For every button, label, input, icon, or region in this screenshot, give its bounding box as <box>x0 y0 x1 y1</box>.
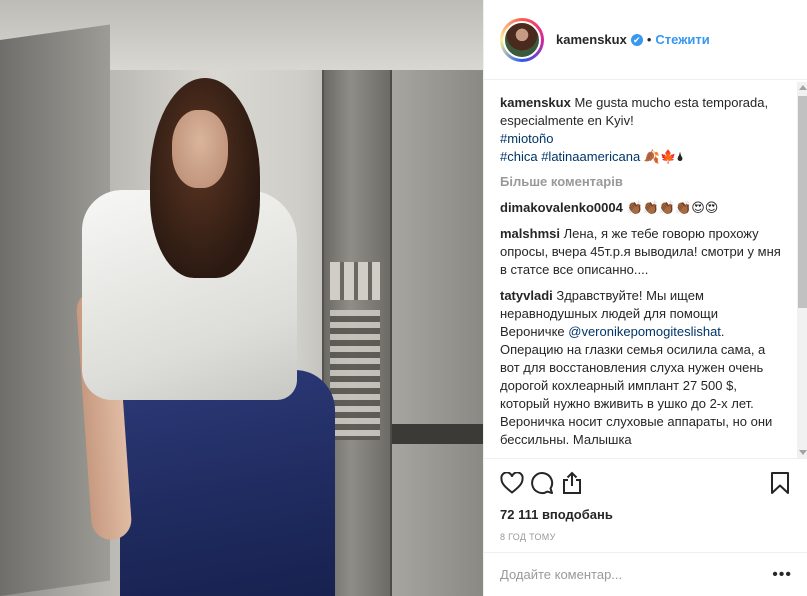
post-sidebar: kamenskux ✔ • Стежити kamenskux Me gusta… <box>483 0 807 596</box>
hashtag-link[interactable]: #miotoño <box>500 131 553 146</box>
header-username[interactable]: kamenskux <box>556 32 627 47</box>
comment-item: malshmsi Лена, я же тебе говорю прохожу … <box>500 225 794 279</box>
likes-count[interactable]: 72 111 вподобань <box>500 507 792 522</box>
photo-handrail <box>392 424 483 444</box>
scrollbar-thumb[interactable] <box>798 96 807 308</box>
avatar-image <box>503 20 541 59</box>
caption-emoji: 🍂🍁🌢 <box>640 149 685 164</box>
scroll-down-arrow[interactable] <box>799 450 807 455</box>
add-comment-bar: ••• <box>484 552 807 596</box>
scroll-up-arrow[interactable] <box>799 85 807 90</box>
post-header: kamenskux ✔ • Стежити <box>484 0 807 80</box>
hashtag-link[interactable]: #latinaamericana <box>541 149 640 164</box>
share-icon[interactable] <box>552 463 592 503</box>
comment-text: 👏🏾👏🏾👏🏾👏🏾😍😍 <box>622 200 719 215</box>
verified-icon: ✔ <box>630 33 643 46</box>
hashtag-link[interactable]: #chica <box>500 149 538 164</box>
post-timestamp: 8 год тому <box>500 532 556 542</box>
load-more-comments-button[interactable]: Більше коментарів <box>500 174 794 189</box>
mention-link[interactable]: @veronikepomogiteslishat <box>568 324 721 339</box>
comment-text: . Операцию на глазки семья осилила сама,… <box>500 324 773 447</box>
header-separator: • <box>646 32 652 47</box>
bookmark-icon[interactable] <box>760 463 800 503</box>
comment-username[interactable]: dimakovalenko0004 <box>500 200 623 215</box>
photo-elevator-buttons <box>330 310 380 440</box>
photo-jeans <box>120 370 335 596</box>
comments-scrollbar[interactable] <box>797 82 807 458</box>
comment-item: dimakovalenko0004 👏🏾👏🏾👏🏾👏🏾😍😍 <box>500 199 794 217</box>
comment-username[interactable]: malshmsi <box>500 226 560 241</box>
photo-elevator-buttons-top <box>330 262 380 300</box>
follow-button[interactable]: Стежити <box>655 32 709 47</box>
photo-face <box>172 110 228 188</box>
post-photo[interactable] <box>0 0 483 596</box>
more-options-icon[interactable]: ••• <box>772 566 792 584</box>
comment-item: tatyvladi Здравствуйте! Мы ищем неравнод… <box>500 287 794 449</box>
add-comment-input[interactable] <box>500 567 773 582</box>
action-icons <box>500 459 792 507</box>
avatar[interactable] <box>500 17 544 62</box>
caption-username[interactable]: kamenskux <box>500 95 571 110</box>
comments-list: kamenskux Me gusta mucho esta temporada,… <box>484 80 794 458</box>
comment-username[interactable]: tatyvladi <box>500 288 553 303</box>
caption: kamenskux Me gusta mucho esta temporada,… <box>500 94 794 166</box>
post-actions: 72 111 вподобань 8 год тому <box>484 458 807 542</box>
